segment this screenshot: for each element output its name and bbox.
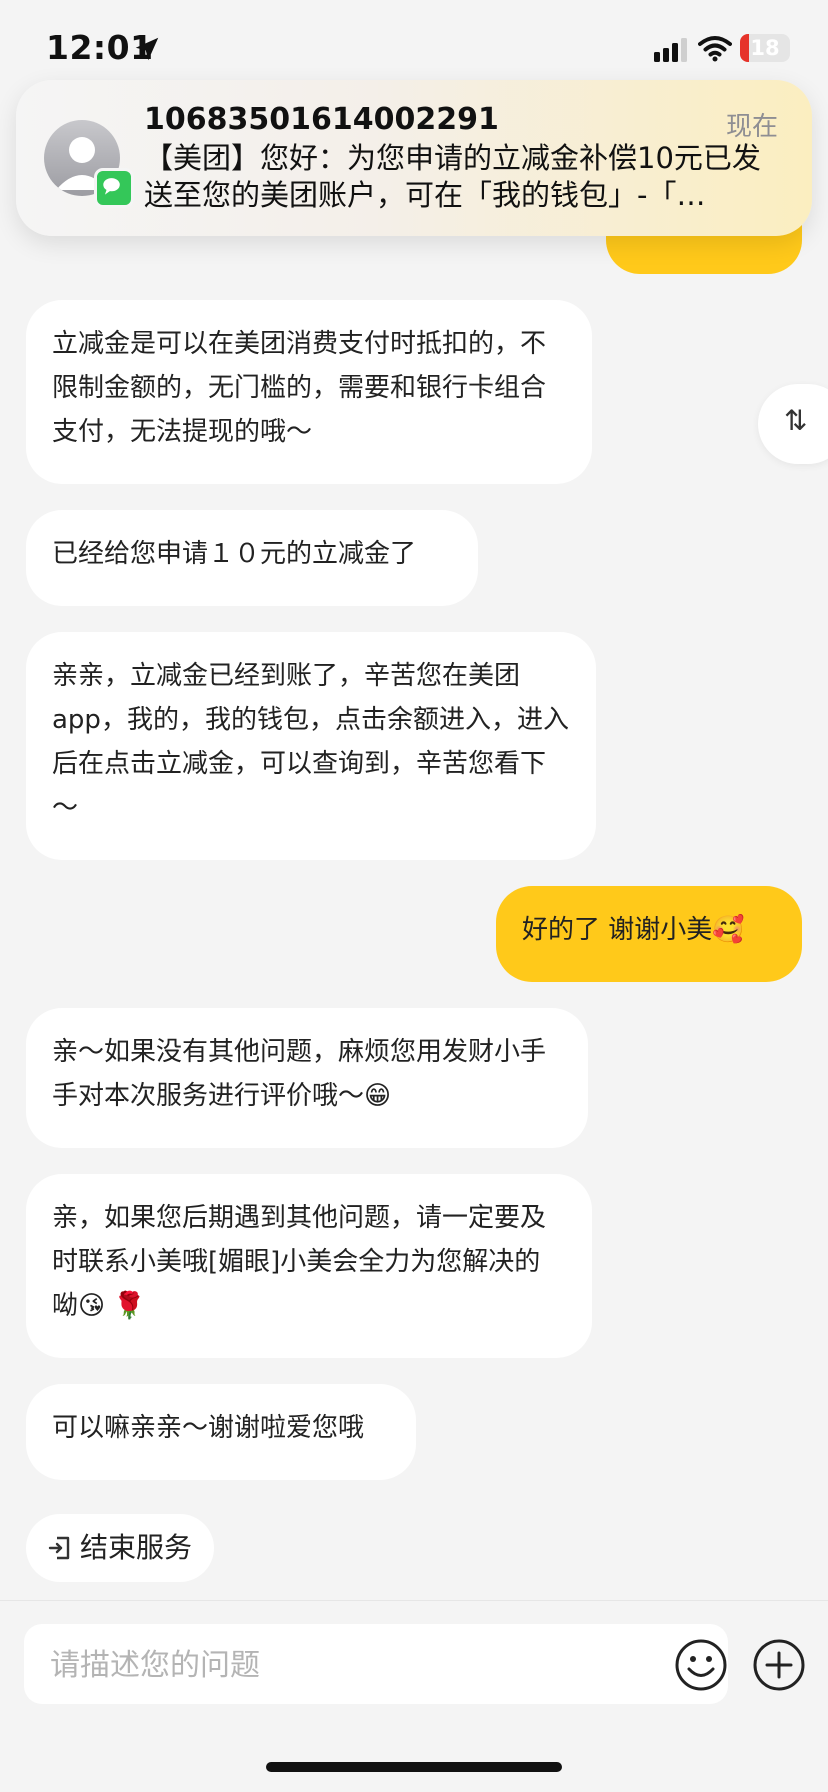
message-text: 已经给您申请１０元的立减金了 xyxy=(52,539,417,569)
scroll-toggle-button[interactable]: ⇅ xyxy=(758,384,828,464)
agent-message-bubble: 立减金是可以在美团消费支付时抵扣的，不限制金额的，无门槛的，需要和银行卡组合支付… xyxy=(26,300,592,484)
end-service-label: 结束服务 xyxy=(80,1531,193,1564)
cellular-signal-icon xyxy=(654,38,687,62)
input-divider xyxy=(0,1600,828,1601)
agent-message-bubble: 亲，如果您后期遇到其他问题，请一定要及时联系小美哦[媚眼]小美会全力为您解决的呦… xyxy=(26,1174,592,1358)
message-text: 亲亲，立减金已经到账了，辛苦您在美团app，我的，我的钱包，点击余额进入，进入后… xyxy=(52,661,569,823)
message-text: 亲～如果没有其他问题，麻烦您用发财小手手对本次服务进行评价哦～😁 xyxy=(52,1037,547,1111)
home-indicator xyxy=(266,1762,562,1772)
battery-icon: 18 xyxy=(740,34,790,62)
user-message-bubble: 好的了 谢谢小美🥰 xyxy=(496,886,802,982)
message-text: 亲，如果您后期遇到其他问题，请一定要及时联系小美哦[媚眼]小美会全力为您解决的呦… xyxy=(52,1203,547,1321)
agent-message-bubble: 已经给您申请１０元的立减金了 xyxy=(26,510,478,606)
notification-body: 【美团】您好：为您申请的立减金补偿10元已发送至您的美团账户，可在「我的钱包」-… xyxy=(144,141,761,212)
notification-time: 现在 xyxy=(725,112,778,142)
battery-level: 18 xyxy=(750,36,780,60)
sort-arrows-icon: ⇅ xyxy=(784,404,808,437)
agent-message-bubble: 可以嘛亲亲～谢谢啦爱您哦 xyxy=(26,1384,416,1480)
message-text: 可以嘛亲亲～谢谢啦爱您哦 xyxy=(52,1413,365,1443)
input-bar xyxy=(24,1624,728,1704)
message-text: 好的了 谢谢小美🥰 xyxy=(522,915,745,945)
wifi-icon xyxy=(698,36,732,62)
sms-notification-banner[interactable]: 10683501614002291 现在 【美团】您好：为您申请的立减金补偿10… xyxy=(16,80,812,236)
agent-message-bubble: 亲～如果没有其他问题，麻烦您用发财小手手对本次服务进行评价哦～😁 xyxy=(26,1008,588,1148)
end-service-button[interactable]: 结束服务 xyxy=(26,1514,214,1582)
message-input[interactable] xyxy=(48,1642,632,1688)
exit-icon xyxy=(48,1536,70,1560)
plus-icon[interactable] xyxy=(752,1638,806,1692)
messages-app-icon xyxy=(94,168,134,208)
notification-sender: 10683501614002291 xyxy=(144,102,499,137)
smiley-icon[interactable] xyxy=(674,1638,728,1692)
message-text: 立减金是可以在美团消费支付时抵扣的，不限制金额的，无门槛的，需要和银行卡组合支付… xyxy=(52,329,547,447)
location-arrow-icon xyxy=(135,37,159,61)
agent-message-bubble: 亲亲，立减金已经到账了，辛苦您在美团app，我的，我的钱包，点击余额进入，进入后… xyxy=(26,632,596,860)
